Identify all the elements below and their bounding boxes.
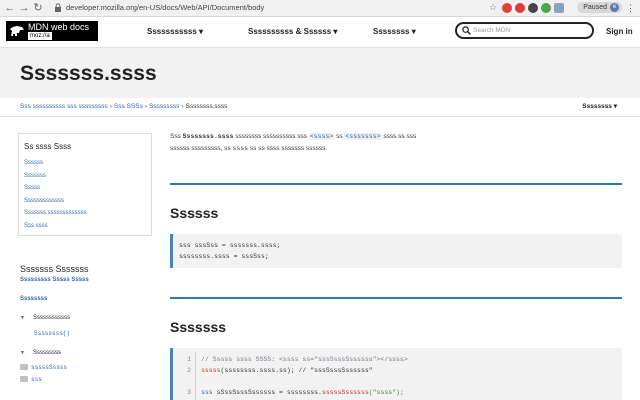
body-element-link[interactable]: <ssss> bbox=[308, 133, 335, 140]
code-string: ("ssss"); bbox=[368, 389, 404, 396]
line-number: 3 bbox=[187, 389, 191, 396]
triangle-down-icon: ▼ bbox=[20, 350, 25, 356]
frameset-element-link[interactable]: <sssssss> bbox=[344, 133, 382, 140]
site-header: MDN web docs moz://a Sssssssssss ▾ Sssss… bbox=[0, 17, 640, 48]
related-group[interactable]: ▼ Ssssssssssss bbox=[20, 315, 160, 321]
search-icon bbox=[462, 26, 471, 35]
star-icon[interactable]: ☆ bbox=[489, 2, 499, 12]
related-child[interactable]: Ssssssss() bbox=[34, 330, 160, 337]
section-divider bbox=[170, 183, 622, 185]
page-title: Sssssss.ssss bbox=[20, 62, 157, 85]
menu-feedback[interactable]: Ssssssss ▾ bbox=[373, 27, 416, 36]
syntax-line: sss sssSss = sssssss.ssss; bbox=[179, 242, 281, 249]
breadcrumb-current: Ssssssss.ssss bbox=[185, 103, 228, 110]
related-group[interactable]: ▼ Sssssssss bbox=[20, 350, 160, 356]
syntax-line: ssssssss.ssss = sssSss; bbox=[179, 253, 269, 260]
code-text: sSssSsssSssssss = ssssssss. bbox=[216, 389, 322, 396]
child-label: sss bbox=[31, 376, 42, 383]
extension-icon-2[interactable] bbox=[528, 3, 538, 13]
toc-item[interactable]: Sssss bbox=[24, 182, 151, 195]
mozilla-text: moz://a bbox=[28, 32, 52, 40]
mdn-logo[interactable]: MDN web docs moz://a bbox=[6, 21, 98, 41]
code-function: sssssSssssss bbox=[321, 389, 369, 396]
intro-text: ssssssss ssssssssss sss bbox=[235, 133, 308, 140]
line-number: 2 bbox=[187, 367, 191, 374]
code-line: sssss(ssssssss.ssss.ss); // "sssSsssSsss… bbox=[201, 367, 373, 374]
logo-text: MDN web docs bbox=[28, 22, 90, 32]
line-number: 1 bbox=[187, 356, 191, 363]
code-keyword: sss bbox=[201, 389, 213, 396]
group-label: Ssssssssssss bbox=[32, 315, 70, 321]
reload-icon[interactable]: ↻ bbox=[31, 1, 45, 15]
language-selector[interactable]: Ssssssss ▾ bbox=[582, 102, 617, 110]
extension-icon-3[interactable] bbox=[541, 3, 551, 13]
pinterest-icon[interactable] bbox=[515, 3, 525, 13]
code-text: (ssssssss.ssss.ss); // "sssSsssSssssss" bbox=[220, 367, 373, 374]
group-label: Sssssssss bbox=[32, 350, 61, 356]
search-placeholder: Search MDN bbox=[473, 27, 511, 34]
breadcrumb-item[interactable]: Sss ssssssssss sss sssssssss bbox=[20, 103, 108, 110]
related-subheading[interactable]: Sssssssss Sssss Sssss bbox=[20, 277, 160, 283]
breadcrumb-item[interactable]: Sssssssss bbox=[149, 103, 179, 110]
dinosaur-icon bbox=[10, 26, 24, 36]
browser-toolbar: ← → ↻ developer.mozilla.org/en-US/docs/W… bbox=[0, 0, 640, 17]
related-child[interactable]: sssssSssss bbox=[20, 364, 160, 371]
intro-text: Sss bbox=[170, 133, 181, 140]
thumbs-down-icon bbox=[20, 376, 28, 383]
toc-item[interactable]: Sssssssssssss bbox=[24, 195, 151, 208]
code-gutter bbox=[195, 352, 196, 400]
title-band: Sssssss.ssss bbox=[0, 48, 640, 98]
example-code-block: 1 2 3 // Sssss ssss SSSS: <ssss ss="sssS… bbox=[170, 348, 622, 400]
intro-text: ss bbox=[336, 133, 343, 140]
intro-text: ssss ss sss bbox=[383, 133, 417, 140]
menu-technologies[interactable]: Sssssssssss ▾ bbox=[147, 27, 203, 36]
menu-references-guides[interactable]: Ssssssssss & Ssssss ▾ bbox=[248, 27, 337, 36]
search-input[interactable]: Search MDN bbox=[455, 22, 594, 39]
intro-paragraph: Sss Ssssssss.ssss ssssssss ssssssssss ss… bbox=[170, 131, 600, 155]
forward-icon[interactable]: → bbox=[17, 1, 31, 15]
profile-paused-button[interactable]: Paused e bbox=[577, 2, 622, 13]
related-topics: Sssssss Sssssss Sssssssss Sssss Sssss Ss… bbox=[20, 264, 160, 383]
extension-icon-4[interactable] bbox=[554, 3, 564, 13]
paused-label: Paused bbox=[583, 4, 607, 11]
back-icon[interactable]: ← bbox=[3, 1, 17, 15]
breadcrumb-item[interactable]: Sss SSSs bbox=[114, 103, 143, 110]
address-bar[interactable]: developer.mozilla.org/en-US/docs/Web/API… bbox=[66, 2, 264, 14]
table-of-contents: Ss ssss Ssss Ssssss Sssssss Sssss Ssssss… bbox=[18, 133, 152, 236]
example-heading: Sssssss bbox=[170, 319, 227, 335]
child-label: sssssSssss bbox=[31, 364, 68, 371]
intro-text: ss ss ssss sssssss ssssss. bbox=[249, 145, 328, 152]
sign-in-link[interactable]: Sign in bbox=[606, 27, 633, 36]
code-function: sssss bbox=[201, 367, 221, 374]
toc-item[interactable]: Sssssss sssssssssssss bbox=[24, 207, 151, 220]
thumbs-down-icon bbox=[20, 364, 28, 371]
extension-icon-1[interactable] bbox=[502, 3, 512, 13]
menu-dots-icon[interactable]: ⋮ bbox=[626, 2, 635, 14]
avatar: e bbox=[610, 3, 619, 12]
lock-icon bbox=[55, 3, 61, 12]
toc-item[interactable]: Sss ssss bbox=[24, 220, 151, 233]
breadcrumb: Sss ssssssssss sss sssssssss › Sss SSSs › Ss… bbox=[20, 103, 228, 110]
divider bbox=[0, 116, 640, 117]
syntax-code-block: sss sssSss = sssssss.ssss; ssssssss.ssss… bbox=[170, 234, 622, 268]
code-line: // Sssss ssss SSSS: <ssss ss="sssSsssSss… bbox=[201, 356, 408, 363]
syntax-heading: Ssssss bbox=[170, 205, 219, 221]
triangle-down-icon: ▼ bbox=[20, 315, 25, 321]
related-child[interactable]: sss bbox=[20, 376, 160, 383]
intro-strong: Ssssssss.ssss bbox=[182, 133, 234, 140]
related-heading: Sssssss Sssssss bbox=[20, 264, 89, 274]
intro-code: ssss bbox=[232, 145, 249, 152]
toc-item[interactable]: Sssssss bbox=[24, 170, 151, 183]
section-divider bbox=[170, 297, 622, 299]
intro-text: ssssss sssssssss, ss bbox=[170, 145, 231, 152]
related-item[interactable]: Ssssssss bbox=[20, 296, 160, 302]
code-line: sss sSssSsssSssssss = ssssssss.sssssSsss… bbox=[201, 389, 404, 396]
toc-heading: Ss ssss Ssss bbox=[24, 142, 72, 151]
toc-item[interactable]: Ssssss bbox=[24, 157, 151, 170]
